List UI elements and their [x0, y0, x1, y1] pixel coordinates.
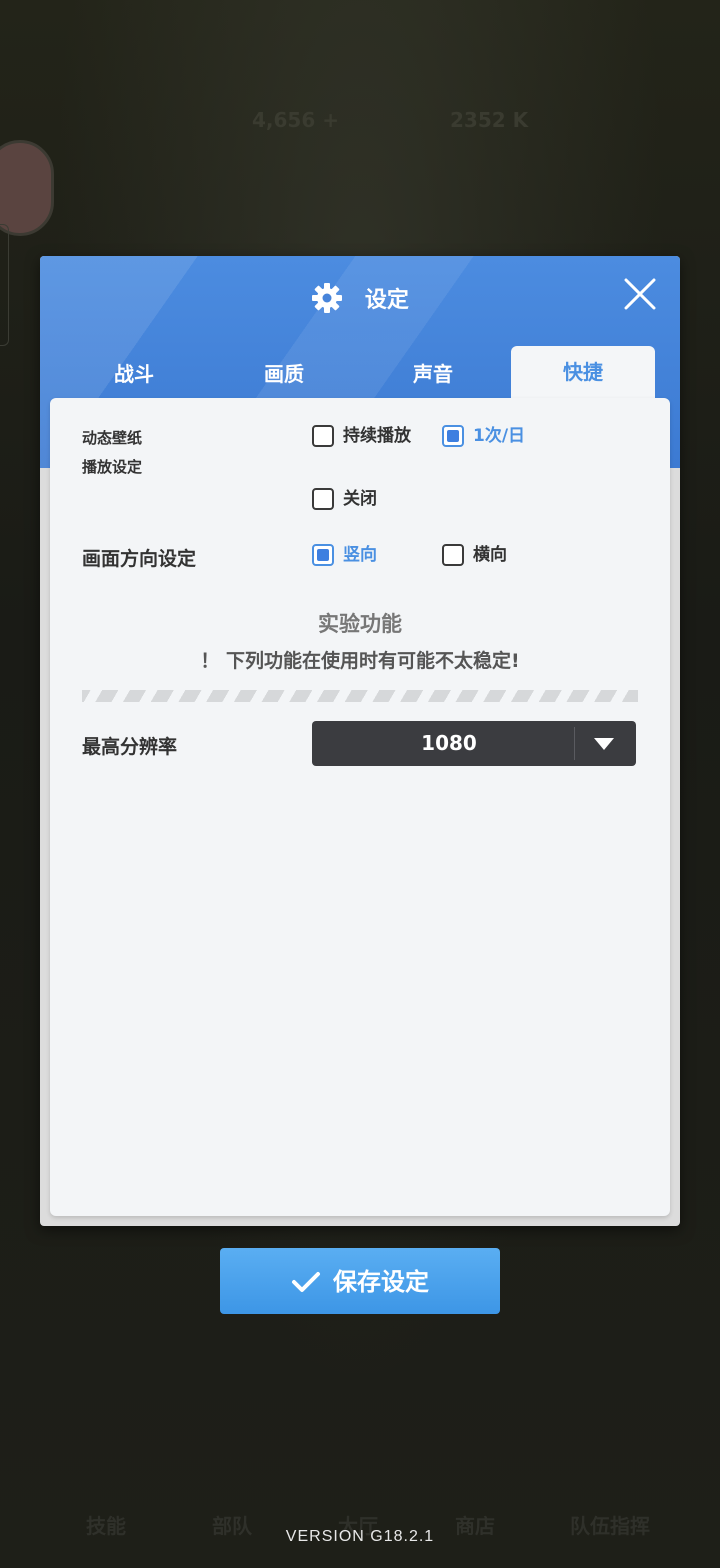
hud-resource-value: 4,656 +	[252, 108, 339, 132]
wallpaper-option-continuous[interactable]: 持续播放	[312, 424, 411, 448]
checkbox[interactable]	[442, 425, 464, 447]
dialog-title-bar: 设定	[40, 282, 680, 314]
tab-graphics[interactable]: 画质	[212, 348, 356, 400]
wallpaper-label-line1: 动态壁纸	[82, 429, 143, 447]
wallpaper-option-off[interactable]: 关闭	[312, 487, 377, 511]
experimental-title: 实验功能	[318, 612, 402, 636]
experimental-warning: ！ 下列功能在使用时有可能不太稳定!	[200, 650, 520, 672]
select-divider	[574, 727, 575, 760]
resolution-label: 最高分辨率	[82, 736, 178, 758]
chevron-down-icon[interactable]	[594, 738, 614, 750]
option-label: 关闭	[343, 489, 377, 509]
settings-dialog: 设定 战斗 画质 声音 快捷 动态壁纸 播放设定 持续播放 1次/日 关闭 画面…	[40, 256, 680, 1226]
wallpaper-label-line2: 播放设定	[82, 458, 143, 476]
check-icon	[292, 1272, 320, 1292]
orientation-option-landscape[interactable]: 横向	[442, 543, 507, 567]
tab-sound[interactable]: 声音	[361, 348, 505, 400]
orientation-label: 画面方向设定	[82, 548, 197, 570]
resolution-select[interactable]: 1080	[312, 721, 636, 766]
settings-panel: 动态壁纸 播放设定 持续播放 1次/日 关闭 画面方向设定 竖向 横向 实验功能…	[50, 398, 670, 1216]
option-label: 横向	[473, 545, 507, 565]
close-icon[interactable]	[622, 276, 658, 312]
option-label: 1次/日	[473, 426, 526, 446]
side-panel-tab	[0, 224, 9, 346]
bottom-nav: 技能 部队 大厅 商店 队伍指挥	[0, 1420, 720, 1540]
hazard-divider	[82, 690, 638, 702]
gear-icon	[312, 283, 343, 313]
wallpaper-option-once-daily[interactable]: 1次/日	[442, 424, 525, 448]
wallpaper-label: 动态壁纸 播放设定	[82, 424, 142, 482]
save-button-label: 保存设定	[333, 1268, 429, 1296]
checkbox[interactable]	[312, 425, 334, 447]
hud-resource-value: 2352 K	[450, 108, 529, 132]
save-settings-button[interactable]: 保存设定	[220, 1248, 500, 1314]
orientation-option-portrait[interactable]: 竖向	[312, 543, 377, 567]
tab-battle[interactable]: 战斗	[62, 348, 206, 400]
player-avatar	[0, 140, 54, 236]
version-label: VERSION G18.2.1	[285, 1528, 435, 1545]
option-label: 竖向	[343, 545, 377, 565]
tab-shortcuts[interactable]: 快捷	[511, 346, 655, 402]
option-label: 持续播放	[343, 426, 411, 446]
settings-tabs: 战斗 画质 声音 快捷	[62, 346, 658, 402]
checkbox[interactable]	[312, 544, 334, 566]
checkbox[interactable]	[312, 488, 334, 510]
checkbox[interactable]	[442, 544, 464, 566]
dialog-title: 设定	[364, 288, 409, 313]
resolution-value: 1080	[421, 731, 477, 755]
